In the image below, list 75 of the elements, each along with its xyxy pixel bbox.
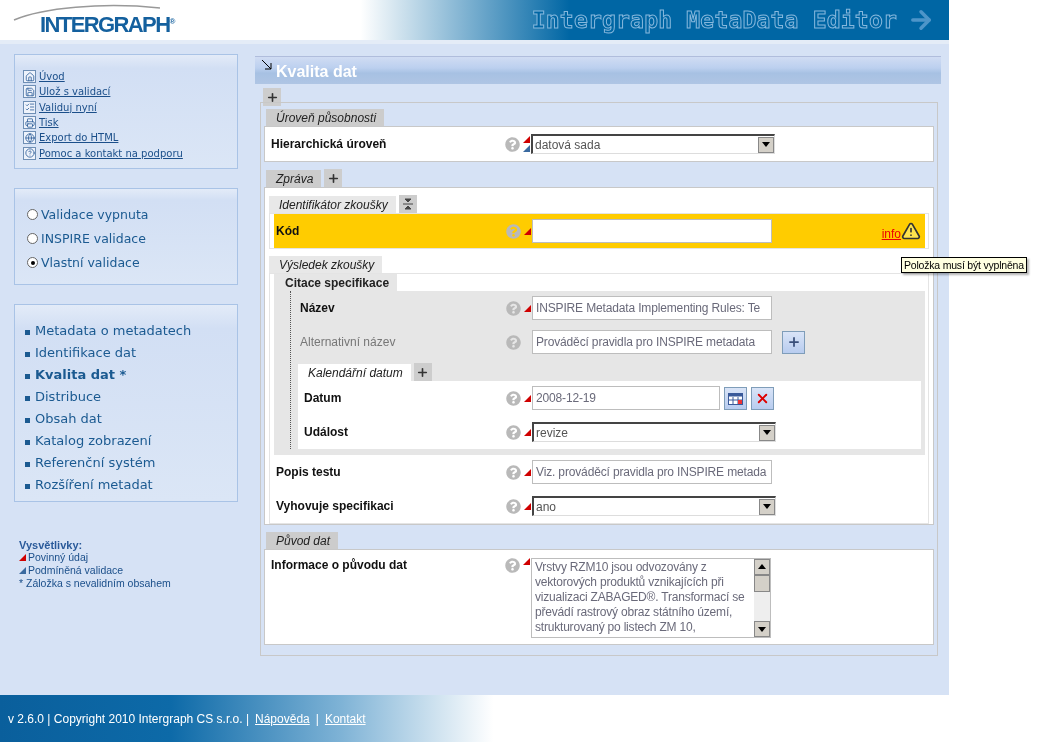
caret-down-icon <box>763 504 771 509</box>
field-label: Vyhovuje specifikaci <box>276 499 395 513</box>
add-button[interactable] <box>324 169 343 187</box>
logo: INTERGRAPH$^{®}$ <box>12 2 176 38</box>
plus-icon <box>786 335 801 349</box>
plus-icon <box>265 90 279 104</box>
required-marker <box>19 553 26 561</box>
field-label: Událost <box>304 425 349 439</box>
legend-text: Podmíněná validace <box>28 564 124 577</box>
footer-link[interactable]: Nápověda <box>255 711 310 726</box>
field-label: Datum <box>304 391 343 405</box>
info-link[interactable]: info <box>881 227 901 241</box>
validation-option[interactable]: Validace vypnuta <box>27 202 231 227</box>
legend-text: * Záložka s nevalidním obsahem <box>19 577 171 590</box>
menu-link[interactable]: Pomoc a kontakt na podporu <box>23 145 231 161</box>
nav-item[interactable]: Identifikace dat <box>25 341 231 364</box>
separator: | <box>315 711 319 726</box>
field-label: Kód <box>276 224 301 238</box>
floppy-disk-icon <box>23 85 36 99</box>
help-icon <box>23 146 36 160</box>
calendar-icon <box>728 391 743 405</box>
nav-item[interactable]: Referenční systém <box>25 451 231 474</box>
legend-title: Vysvětlivky: <box>19 538 84 551</box>
text-area[interactable]: Vrstvy RZM10 jsou odvozovány z vektorových produktů vznikajících při vizualizaci ZABAGED®. Transformací se převádí rastrový obraz státního území, strukturovaný po listech ZM 10, <box>531 558 771 638</box>
plus-icon <box>416 365 430 379</box>
field-label: Hierarchická úroveň <box>271 137 388 151</box>
add-button[interactable] <box>413 363 432 381</box>
tooltip: Položka musí být vyplněna <box>901 257 1027 273</box>
text-field[interactable] <box>532 219 772 243</box>
clear-button[interactable] <box>751 386 774 410</box>
text-field[interactable]: INSPIRE Metadata Implementing Rules: Te <box>532 296 772 320</box>
collapse-button[interactable] <box>398 195 417 213</box>
radio-button[interactable] <box>27 257 38 269</box>
menu-link[interactable]: Export do HTML <box>23 130 231 146</box>
menu-link[interactable]: Tisk <box>23 114 231 131</box>
plus-icon <box>326 171 340 185</box>
nav-item[interactable]: Rozšíření metadat <box>25 473 231 496</box>
dropdown[interactable]: ano <box>532 496 776 516</box>
text-field[interactable]: Prováděcí pravidla pro INSPIRE metadata <box>532 330 772 354</box>
legend-text: Povinný údaj <box>28 551 89 564</box>
menu-link[interactable]: Validuj nyní <box>23 99 231 115</box>
field-label: Alternativní název <box>300 335 397 349</box>
menu-link[interactable]: Úvod <box>23 69 231 85</box>
collapse-icon <box>401 198 414 210</box>
field-label: Název <box>300 301 336 315</box>
caret-down-icon <box>763 430 771 435</box>
app-title: Intergraph MetaData Editor <box>531 7 897 33</box>
calendar-button[interactable] <box>724 386 747 410</box>
add-button[interactable] <box>782 330 805 354</box>
field-label: Popis testu <box>276 465 342 479</box>
dropdown[interactable]: revize <box>532 422 776 442</box>
nav-item[interactable]: Katalog zobrazení <box>25 429 231 452</box>
page-title: Kvalita dat <box>276 63 357 81</box>
caret-down-icon <box>762 142 770 147</box>
home-icon <box>23 70 36 84</box>
nav-item[interactable]: Obsah dat <box>25 407 231 430</box>
text-field[interactable]: Viz. prováděcí pravidla pro INSPIRE metada <box>532 460 772 484</box>
field-label: Informace o původu dat <box>271 558 408 572</box>
checklist-icon <box>23 100 36 114</box>
menu-link[interactable]: Ulož s validací <box>23 84 231 100</box>
radio-button[interactable] <box>27 209 38 221</box>
printer-icon <box>23 116 36 130</box>
conditional-marker <box>19 566 26 574</box>
nav-item[interactable]: Distribuce <box>25 385 231 408</box>
validation-option[interactable]: Vlastní validace <box>27 250 231 275</box>
radio-button[interactable] <box>27 233 38 245</box>
globe-icon <box>23 131 36 145</box>
nav-item[interactable]: Kvalita dat * <box>25 363 231 386</box>
dropdown[interactable]: datová sada <box>531 134 775 154</box>
warning-icon <box>901 221 921 241</box>
copyright-text: v 2.6.0 | Copyright 2010 Intergraph CS s.r.o. | <box>8 711 250 726</box>
validation-option[interactable]: INSPIRE validace <box>27 226 231 251</box>
date-field[interactable]: 2008-12-19 <box>532 386 720 410</box>
arrow-icon <box>261 59 272 70</box>
nav-item[interactable]: Metadata o metadatech <box>25 319 231 342</box>
